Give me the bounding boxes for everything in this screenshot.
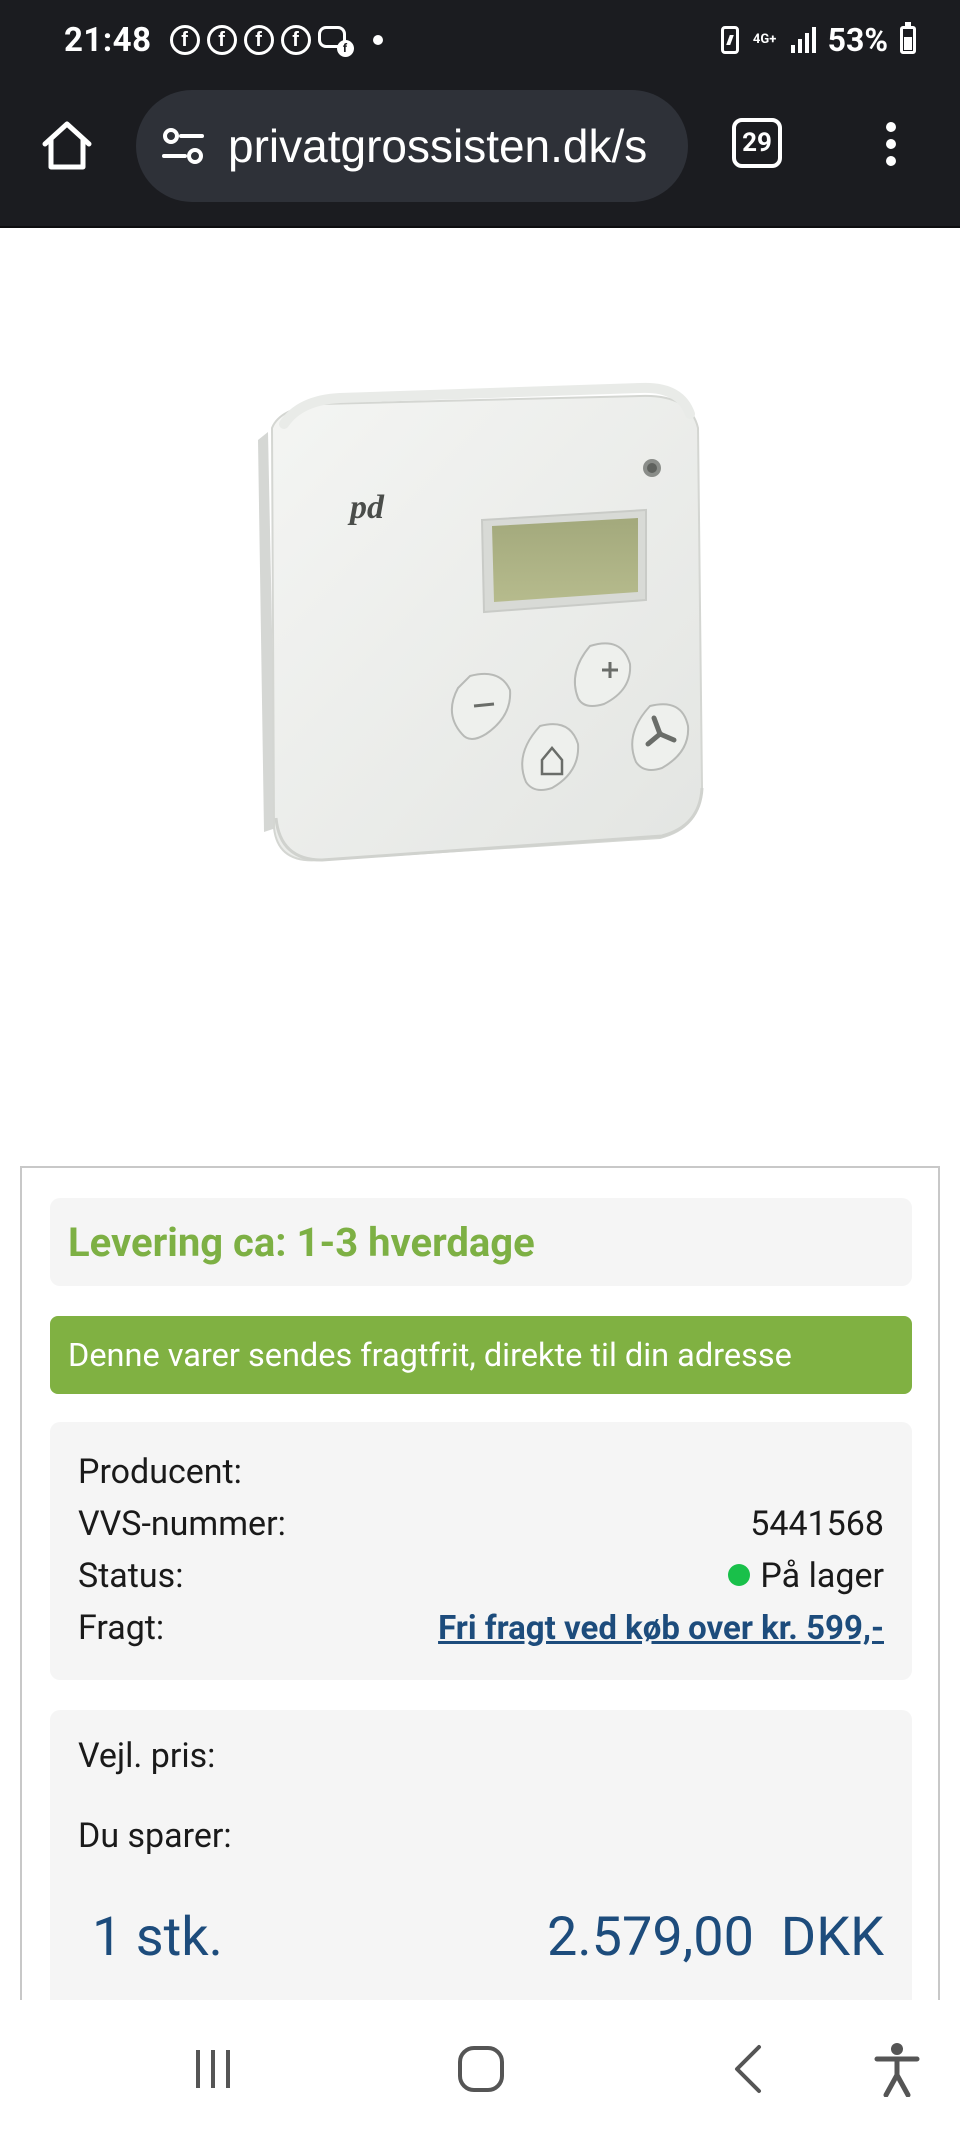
signal-icon bbox=[790, 27, 816, 53]
detail-row-status: Status: På lager bbox=[78, 1550, 884, 1602]
home-nav-button[interactable] bbox=[446, 2034, 516, 2104]
price-value: 2.579,00 DKK bbox=[547, 1906, 884, 1969]
price-amount: 2.579,00 bbox=[547, 1906, 754, 1969]
notification-icons: f f f f f bbox=[169, 25, 383, 57]
product-image: pd bbox=[0, 228, 960, 1088]
messenger-icon: f bbox=[317, 25, 354, 57]
fragt-label: Fragt: bbox=[78, 1608, 165, 1648]
free-shipping-banner: Denne varer sendes fragtfrit, direkte ti… bbox=[50, 1316, 912, 1394]
you-save-label: Du sparer: bbox=[78, 1816, 232, 1856]
stock-status: På lager bbox=[728, 1556, 884, 1596]
accessibility-button[interactable] bbox=[862, 2034, 932, 2104]
detail-row-fragt: Fragt: Fri fragt ved køb over kr. 599,- bbox=[78, 1602, 884, 1654]
accessibility-icon bbox=[874, 2043, 920, 2097]
in-stock-dot-icon bbox=[728, 1564, 751, 1587]
thermostat-illustration: pd bbox=[258, 382, 704, 862]
more-notifications-icon bbox=[372, 35, 383, 45]
home-nav-icon bbox=[458, 2046, 504, 2092]
price-row: 1 stk. 2.579,00 DKK bbox=[78, 1906, 884, 1969]
detail-row-producent: Producent: bbox=[78, 1446, 884, 1498]
battery-saver-icon bbox=[720, 26, 739, 54]
system-nav-bar bbox=[0, 2000, 960, 2133]
product-info-card: Levering ca: 1-3 hverdage Denne varer se… bbox=[20, 1166, 940, 2010]
vvs-label: VVS-nummer: bbox=[78, 1504, 286, 1544]
status-label: Status: bbox=[78, 1556, 184, 1596]
network-type: 4G+ bbox=[752, 32, 777, 47]
delivery-estimate: Levering ca: 1-3 hverdage bbox=[68, 1218, 535, 1266]
price-currency: DKK bbox=[780, 1906, 884, 1969]
quantity-unit: 1 stk. bbox=[92, 1906, 223, 1969]
facebook-icon: f bbox=[169, 25, 200, 55]
back-icon bbox=[735, 2045, 761, 2093]
battery-icon bbox=[900, 22, 916, 54]
back-button[interactable] bbox=[714, 2034, 784, 2104]
detail-row-vvs: VVS-nummer: 5441568 bbox=[78, 1498, 884, 1550]
stock-status-text: På lager bbox=[760, 1556, 884, 1596]
producent-label: Producent: bbox=[78, 1452, 242, 1492]
recent-apps-button[interactable] bbox=[178, 2034, 248, 2104]
facebook-icon: f bbox=[206, 25, 237, 55]
url-text[interactable]: privatgrossisten.dk/s bbox=[228, 119, 647, 173]
facebook-icon: f bbox=[280, 25, 311, 55]
recommended-price-label: Vejl. pris: bbox=[78, 1736, 216, 1776]
free-shipping-text: Denne varer sendes fragtfrit, direkte ti… bbox=[68, 1336, 792, 1374]
recent-apps-icon bbox=[196, 2050, 230, 2088]
tab-switcher-button[interactable]: 29 bbox=[732, 118, 782, 168]
battery-percent: 53% bbox=[827, 21, 888, 59]
price-box: Vejl. pris: Du sparer: 1 stk. 2.579,00 D… bbox=[50, 1710, 912, 2010]
free-freight-link[interactable]: Fri fragt ved køb over kr. 599,- bbox=[438, 1609, 884, 1648]
status-bar: 21:48 f f f f f 4G+ 53% bbox=[0, 0, 960, 80]
product-details: Producent: VVS-nummer: 5441568 Status: P… bbox=[50, 1422, 912, 1680]
delivery-box: Levering ca: 1-3 hverdage bbox=[50, 1198, 912, 1286]
url-bar[interactable]: privatgrossisten.dk/s bbox=[136, 90, 688, 202]
site-settings-icon[interactable] bbox=[160, 123, 206, 169]
more-menu-button[interactable] bbox=[876, 114, 906, 174]
browser-toolbar: privatgrossisten.dk/s 29 bbox=[0, 80, 960, 228]
home-icon bbox=[42, 121, 92, 170]
home-button[interactable] bbox=[36, 114, 98, 176]
vvs-value: 5441568 bbox=[750, 1504, 884, 1544]
facebook-icon: f bbox=[243, 25, 274, 55]
brand-logo: pd bbox=[347, 489, 385, 526]
clock: 21:48 bbox=[64, 20, 152, 60]
